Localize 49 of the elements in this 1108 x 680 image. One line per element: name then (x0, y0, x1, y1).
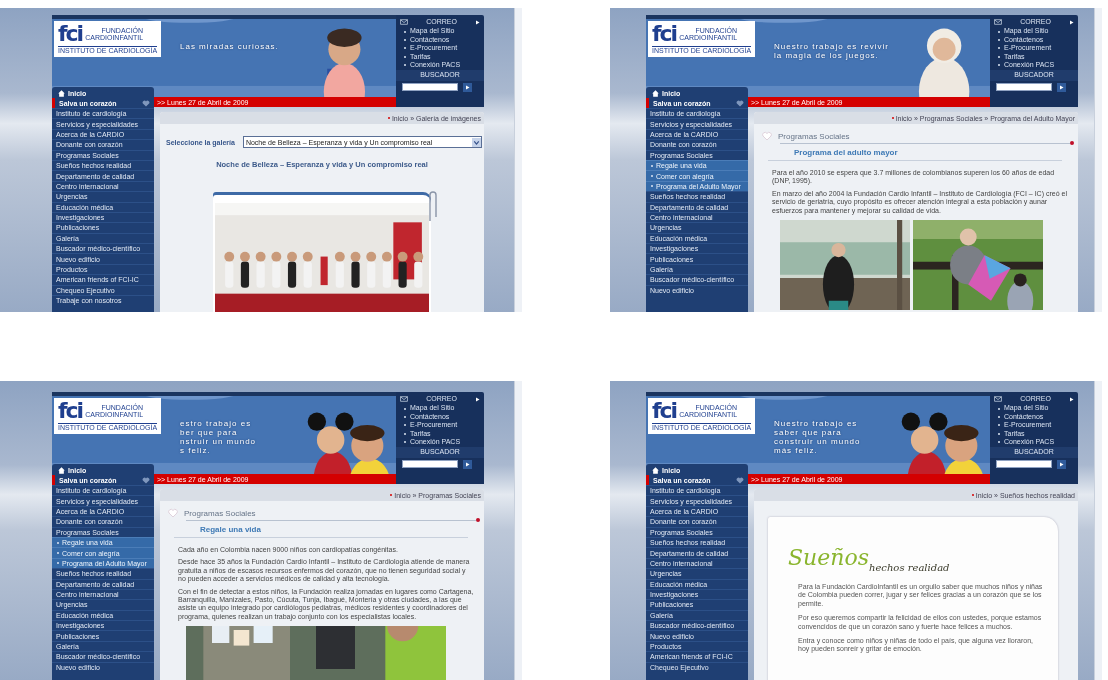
banner-slogan: ber que para (180, 429, 239, 437)
banner-slogan: la magia de los juegos. (774, 52, 880, 60)
play-icon[interactable] (475, 396, 480, 402)
paperclip-icon (427, 191, 437, 223)
search-button[interactable] (463, 459, 472, 469)
scrollbar[interactable] (1094, 381, 1102, 680)
search-button[interactable] (463, 82, 472, 92)
heart-icon (736, 99, 744, 107)
scrollbar[interactable] (514, 381, 522, 680)
home-icon (58, 89, 65, 97)
banner-slogan: s feliz. (180, 447, 212, 455)
home-icon (652, 466, 659, 474)
play-icon[interactable] (1069, 396, 1074, 402)
heart-icon (168, 508, 178, 518)
search-field[interactable] (996, 83, 1052, 92)
search-button[interactable] (1057, 459, 1066, 469)
scrollbar[interactable] (1094, 8, 1102, 312)
home-icon (58, 466, 65, 474)
heart-icon (142, 476, 150, 484)
article-title: Regale una vida (174, 521, 468, 538)
banner-slogan: nstruir un mundo (180, 438, 257, 446)
page-subtitle: hechos realidad (868, 562, 950, 573)
search-field[interactable] (402, 460, 458, 469)
heart-icon (736, 476, 744, 484)
search-button[interactable] (1057, 82, 1066, 92)
heart-icon (762, 131, 772, 141)
play-icon[interactable] (1069, 19, 1074, 25)
section-title: Programas Sociales (184, 508, 256, 518)
banner-slogan: más feliz. (774, 447, 819, 455)
search-field[interactable] (996, 460, 1052, 469)
banner-slogan: Las miradas curiosas. (180, 43, 279, 51)
scrollbar[interactable] (514, 8, 522, 312)
page-title: Sueños (788, 547, 869, 569)
section-title: Programas Sociales (778, 131, 850, 141)
banner-slogan: saber que para (774, 429, 843, 437)
banner-slogan: Nuestro trabajo es (774, 420, 859, 428)
article-title: Programa del adulto mayor (768, 144, 1062, 161)
caret-icon (472, 137, 481, 147)
banner-slogan: estro trabajo es (180, 420, 253, 428)
mail-icon (994, 396, 1002, 403)
heart-icon (142, 99, 150, 107)
home-icon (652, 89, 659, 97)
banner-slogan: construir un mundo (774, 438, 861, 446)
mail-icon (994, 19, 1002, 26)
search-field[interactable] (402, 83, 458, 92)
mail-icon (400, 396, 408, 403)
mail-icon (400, 19, 408, 26)
banner-slogan: Nuestro trabajo es revivir (774, 43, 889, 51)
play-icon[interactable] (475, 19, 480, 25)
